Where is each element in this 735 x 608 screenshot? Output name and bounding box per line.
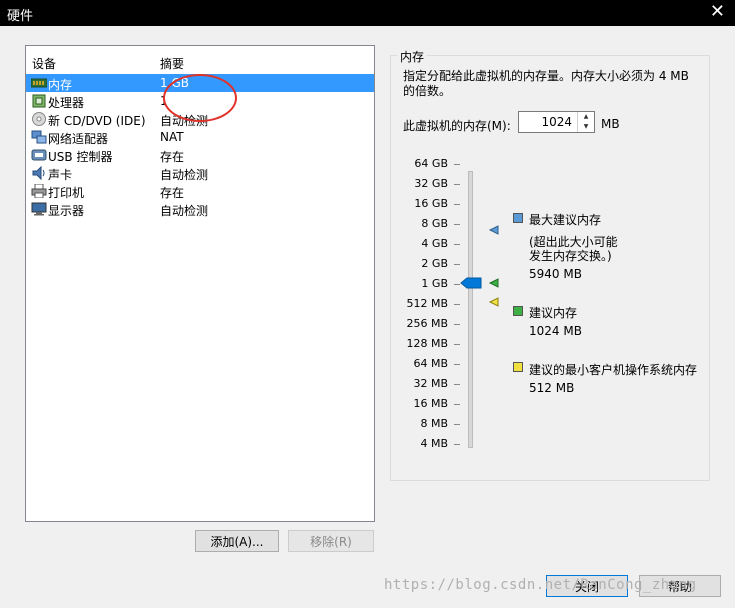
memory-label: 此虚拟机的内存(M):: [403, 119, 511, 133]
max-memory-note-2: 发生内存交换。): [529, 249, 612, 263]
recommended-memory-title: 建议内存: [529, 306, 578, 320]
close-icon[interactable]: ✕: [710, 2, 725, 22]
device-list[interactable]: 设备 摘要 内存 1 GB 处理器 1 新 CD/DVD (IDE) 自动检测 …: [25, 45, 375, 522]
printer-icon: [31, 184, 47, 198]
max-memory-value: 5940 MB: [529, 267, 582, 281]
min-memory-value: 512 MB: [529, 381, 575, 395]
memory-group-title: 内存: [397, 48, 428, 65]
device-name: 网络适配器: [48, 132, 109, 146]
usb-icon: [31, 149, 47, 161]
device-summary: 自动检测: [160, 114, 209, 128]
add-button[interactable]: 添加(A)...: [195, 530, 279, 552]
scale-tick-mark: [454, 264, 460, 265]
scale-tick-mark: [454, 304, 460, 305]
scale-tick-mark: [454, 324, 460, 325]
scale-tick-mark: [454, 364, 460, 365]
device-row-processor[interactable]: 处理器 1: [26, 92, 374, 110]
scale-tick-mark: [454, 404, 460, 405]
spin-up-icon[interactable]: ▲: [578, 112, 594, 122]
memory-icon: [31, 78, 47, 88]
sound-card-icon: [32, 166, 45, 180]
scale-tick-label: 64 MB: [413, 357, 448, 370]
scale-tick-label: 2 GB: [421, 257, 448, 270]
scale-tick-mark: [454, 444, 460, 445]
watermark: https://blog.csdn.net/RanCong_zhang: [384, 577, 697, 593]
memory-unit: MB: [601, 117, 620, 131]
scale-tick-label: 16 MB: [413, 397, 448, 410]
device-name: 处理器: [48, 96, 85, 110]
device-row-cd-dvd[interactable]: 新 CD/DVD (IDE) 自动检测: [26, 110, 374, 128]
device-summary: 1 GB: [160, 76, 189, 90]
column-header-summary[interactable]: 摘要: [160, 55, 184, 72]
spin-down-icon[interactable]: ▼: [578, 122, 594, 132]
min-memory-title: 建议的最小客户机操作系统内存: [529, 363, 698, 377]
scale-tick-label: 256 MB: [406, 317, 448, 330]
device-name: 打印机: [48, 186, 85, 200]
display-icon: [31, 202, 47, 216]
window-title: 硬件: [7, 9, 34, 24]
max-memory-legend-icon: [513, 213, 523, 223]
scale-tick-mark: [454, 244, 460, 245]
scale-tick-label: 8 MB: [420, 417, 448, 430]
memory-value[interactable]: 1024: [541, 115, 572, 129]
device-row-memory[interactable]: 内存 1 GB: [26, 74, 374, 92]
scale-tick-mark: [454, 184, 460, 185]
device-row-sound-card[interactable]: 声卡 自动检测: [26, 164, 374, 182]
title-bar: 硬件 ✕: [0, 0, 735, 26]
remove-button[interactable]: 移除(R): [288, 530, 374, 552]
scale-tick-mark: [454, 224, 460, 225]
network-adapter-icon: [31, 130, 47, 144]
scale-tick-label: 8 GB: [421, 217, 448, 230]
column-header-device[interactable]: 设备: [32, 55, 56, 72]
scale-tick-label: 16 GB: [414, 197, 448, 210]
device-name: 显示器: [48, 204, 85, 218]
memory-description: 指定分配给此虚拟机的内存量。内存大小必须为 4 MB 的倍数。: [403, 69, 689, 98]
device-list-header: 设备 摘要: [26, 46, 374, 71]
scale-tick-mark: [454, 344, 460, 345]
device-name: USB 控制器: [48, 150, 113, 164]
dialog-body: 设备 摘要 内存 1 GB 处理器 1 新 CD/DVD (IDE) 自动检测 …: [0, 26, 735, 608]
scale-tick-mark: [454, 164, 460, 165]
device-row-display[interactable]: 显示器 自动检测: [26, 200, 374, 218]
device-name: 新 CD/DVD (IDE): [48, 114, 146, 128]
device-summary: 存在: [160, 150, 185, 164]
scale-tick-label: 128 MB: [406, 337, 448, 350]
device-name: 内存: [48, 78, 73, 92]
device-summary: 自动检测: [160, 168, 209, 182]
processor-icon: [32, 94, 46, 108]
scale-tick-mark: [454, 384, 460, 385]
device-name: 声卡: [48, 168, 73, 182]
cd-dvd-icon: [32, 112, 46, 126]
device-row-usb-controller[interactable]: USB 控制器 存在: [26, 146, 374, 164]
scale-tick-label: 4 GB: [421, 237, 448, 250]
scale-tick-label: 1 GB: [421, 277, 448, 290]
spinner-arrows[interactable]: ▲ ▼: [577, 112, 594, 132]
scale-tick-mark: [454, 204, 460, 205]
memory-spinbox[interactable]: 1024 ▲ ▼: [518, 111, 595, 133]
device-summary: 1: [160, 94, 168, 108]
device-summary: NAT: [160, 130, 184, 144]
scale-tick-label: 32 GB: [414, 177, 448, 190]
scale-tick-mark: [454, 284, 460, 285]
device-summary: 存在: [160, 186, 185, 200]
min-memory-legend-icon: [513, 362, 523, 372]
scale-tick-label: 512 MB: [406, 297, 448, 310]
memory-slider-track[interactable]: [468, 171, 473, 448]
max-memory-title: 最大建议内存: [529, 213, 602, 227]
scale-tick-mark: [454, 424, 460, 425]
recommended-memory-legend-icon: [513, 306, 523, 316]
recommended-memory-value: 1024 MB: [529, 324, 582, 338]
scale-tick-label: 4 MB: [420, 437, 448, 450]
device-row-network-adapter[interactable]: 网络适配器 NAT: [26, 128, 374, 146]
scale-tick-label: 64 GB: [414, 157, 448, 170]
device-row-printer[interactable]: 打印机 存在: [26, 182, 374, 200]
scale-tick-label: 32 MB: [413, 377, 448, 390]
device-summary: 自动检测: [160, 204, 209, 218]
